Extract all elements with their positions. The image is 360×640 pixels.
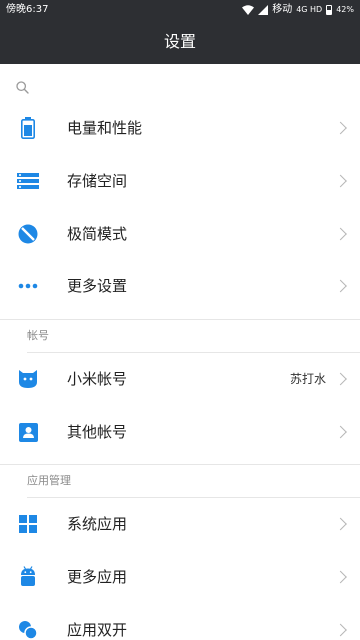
- chevron-right-icon: [334, 570, 347, 584]
- title-bar: 设置: [0, 20, 360, 64]
- list-item-other-accounts[interactable]: 其他帐号: [0, 406, 360, 458]
- list-item-more-apps[interactable]: 更多应用: [0, 551, 360, 603]
- chevron-right-icon: [334, 121, 347, 135]
- list-item-label: 系统应用: [67, 515, 128, 533]
- list-item-label: 更多设置: [67, 277, 128, 295]
- chevron-right-icon: [334, 623, 347, 637]
- status-network: 4G HD: [296, 5, 323, 14]
- section-title: 帐号: [27, 329, 49, 342]
- battery-icon: [17, 117, 39, 139]
- chevron-right-icon: [334, 425, 347, 439]
- page-title: 设置: [163, 32, 196, 51]
- status-battery-percent: 42%: [336, 5, 354, 14]
- list-item-more-settings[interactable]: 更多设置: [0, 260, 360, 312]
- section-header-apps: 应用管理: [0, 465, 360, 497]
- status-bar: 傍晚6:37 移动 4G HD 42%: [0, 0, 360, 20]
- section-title: 应用管理: [27, 474, 71, 487]
- list-item-label: 更多应用: [67, 568, 128, 586]
- list-item-minimal-mode[interactable]: 极简模式: [0, 208, 360, 260]
- chevron-right-icon: [334, 227, 347, 241]
- status-carrier: 移动: [272, 4, 293, 15]
- list-item-label: 其他帐号: [67, 423, 128, 441]
- minimal-mode-icon: [17, 223, 39, 245]
- storage-icon: [17, 170, 39, 192]
- grid-apps-icon: [17, 513, 39, 535]
- status-right: 移动 4G HD 42%: [242, 0, 354, 20]
- list-item-label: 应用双开: [67, 621, 128, 639]
- dual-apps-icon: [17, 619, 39, 640]
- list-item-system-apps[interactable]: 系统应用: [0, 498, 360, 550]
- list-item-label: 电量和性能: [67, 119, 143, 137]
- status-time: 傍晚6:37: [6, 4, 49, 15]
- account-name-value: 苏打水: [289, 372, 326, 386]
- search-bar[interactable]: [0, 64, 360, 106]
- list-item-label: 极简模式: [67, 225, 128, 243]
- list-item-battery-performance[interactable]: 电量和性能: [0, 102, 360, 154]
- list-item-mi-account[interactable]: 小米帐号 苏打水: [0, 353, 360, 405]
- chevron-right-icon: [334, 372, 347, 386]
- mi-account-icon: [17, 368, 39, 390]
- chevron-right-icon: [334, 279, 347, 293]
- list-item-label: 小米帐号: [67, 370, 128, 388]
- battery-status-icon: [326, 5, 333, 15]
- android-icon: [17, 566, 39, 588]
- settings-screen: 傍晚6:37 移动 4G HD 42% 设置 电量和性能 存储空间 极简模式 更…: [0, 0, 360, 640]
- wifi-icon: [242, 5, 255, 15]
- chevron-right-icon: [334, 517, 347, 531]
- chevron-right-icon: [334, 174, 347, 188]
- list-item-dual-apps[interactable]: 应用双开: [0, 604, 360, 640]
- more-dots-icon: [17, 275, 39, 297]
- list-item-storage[interactable]: 存储空间: [0, 155, 360, 207]
- signal-icon: [258, 5, 269, 15]
- section-header-account: 帐号: [0, 320, 360, 352]
- search-icon[interactable]: [16, 81, 29, 94]
- person-icon: [17, 421, 39, 443]
- list-item-label: 存储空间: [67, 172, 128, 190]
